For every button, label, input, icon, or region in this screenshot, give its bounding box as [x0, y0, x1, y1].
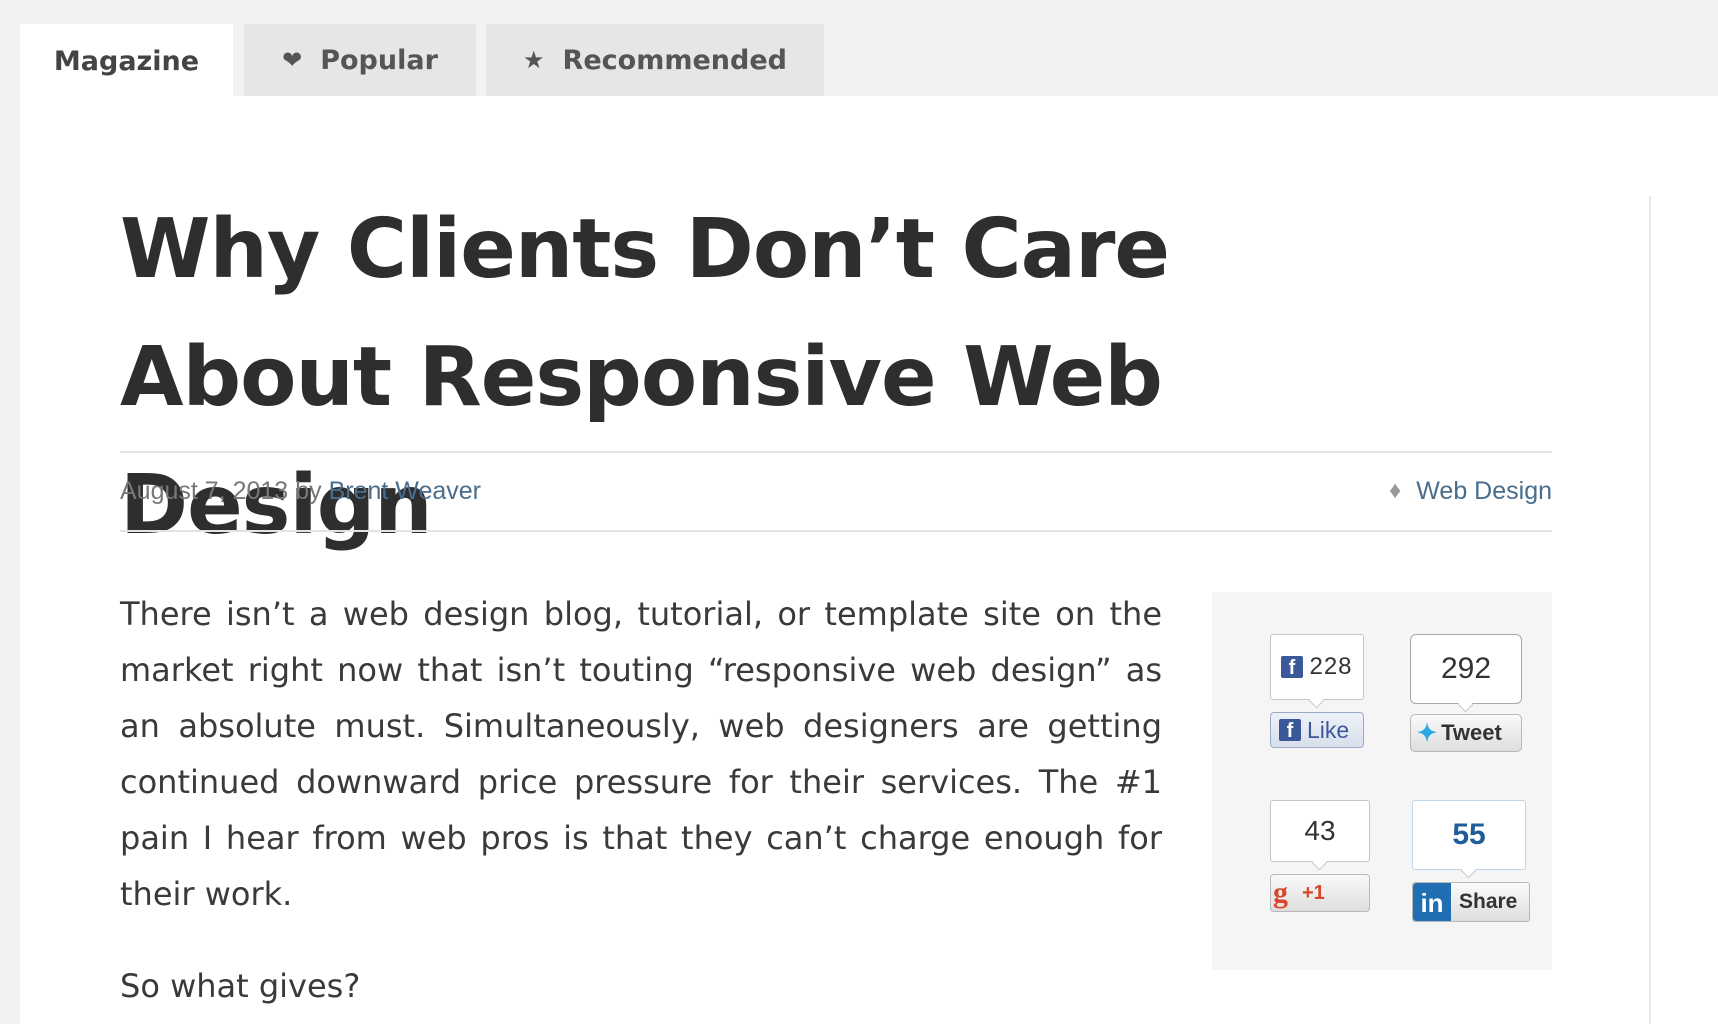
- twitter-count-value: 292: [1440, 652, 1492, 685]
- googleplus-label: +1: [1302, 881, 1325, 904]
- twitter-count: 292: [1410, 634, 1522, 704]
- twitter-bird-icon: ✦: [1417, 719, 1438, 747]
- linkedin-count: 55: [1412, 800, 1526, 870]
- facebook-icon: f: [1279, 719, 1301, 742]
- category: ♦ Web Design: [1389, 477, 1552, 506]
- googleplus-count: 43: [1270, 800, 1370, 862]
- article-paragraph: There isn’t a web design blog, tutorial,…: [120, 595, 1162, 913]
- article-panel: Why Clients Don’t Care About Responsive …: [20, 96, 1718, 1024]
- googleplus-icon: g: [1273, 876, 1288, 909]
- share-box: f 228 f Like 292 ✦ Tweet 43 g +1 55 in S…: [1212, 592, 1552, 970]
- linkedin-count-value: 55: [1452, 818, 1486, 851]
- article-date: August 7, 2013: [120, 476, 289, 505]
- tab-popular-label: Popular: [320, 44, 438, 76]
- googleplus-count-value: 43: [1304, 815, 1336, 846]
- star-icon: ★: [523, 46, 545, 74]
- category-link[interactable]: Web Design: [1416, 477, 1552, 506]
- tab-magazine[interactable]: Magazine: [20, 24, 233, 99]
- tab-magazine-label: Magazine: [53, 46, 200, 77]
- tab-recommended-label: Recommended: [562, 44, 787, 76]
- article-meta: August 7, 2013 by Brent Weaver ♦ Web Des…: [120, 461, 1552, 521]
- facebook-like-button[interactable]: f Like: [1270, 712, 1364, 748]
- linkedin-icon: in: [1413, 883, 1451, 921]
- tweet-label: Tweet: [1441, 720, 1502, 745]
- article-paragraph: So what gives?: [120, 967, 361, 1005]
- facebook-like-label: Like: [1307, 716, 1350, 743]
- linkedin-share-button[interactable]: in Share: [1412, 882, 1530, 922]
- facebook-icon: f: [1281, 656, 1304, 679]
- googleplus-button[interactable]: g +1: [1270, 874, 1370, 912]
- facebook-count-value: 228: [1309, 653, 1353, 680]
- linkedin-share-label: Share: [1459, 890, 1518, 913]
- by-text: by: [295, 476, 322, 505]
- tab-popular[interactable]: ❤ Popular: [244, 24, 476, 96]
- heart-icon: ❤: [282, 46, 303, 74]
- meta-divider-bottom: [120, 530, 1552, 532]
- author-link[interactable]: Brent Weaver: [329, 477, 481, 506]
- tag-icon: ♦: [1389, 477, 1402, 504]
- sidebar-divider: [1649, 196, 1651, 1024]
- facebook-count: f 228: [1270, 634, 1364, 700]
- tweet-button[interactable]: ✦ Tweet: [1410, 714, 1522, 752]
- meta-divider-top: [120, 451, 1552, 453]
- tab-recommended[interactable]: ★ Recommended: [486, 24, 824, 96]
